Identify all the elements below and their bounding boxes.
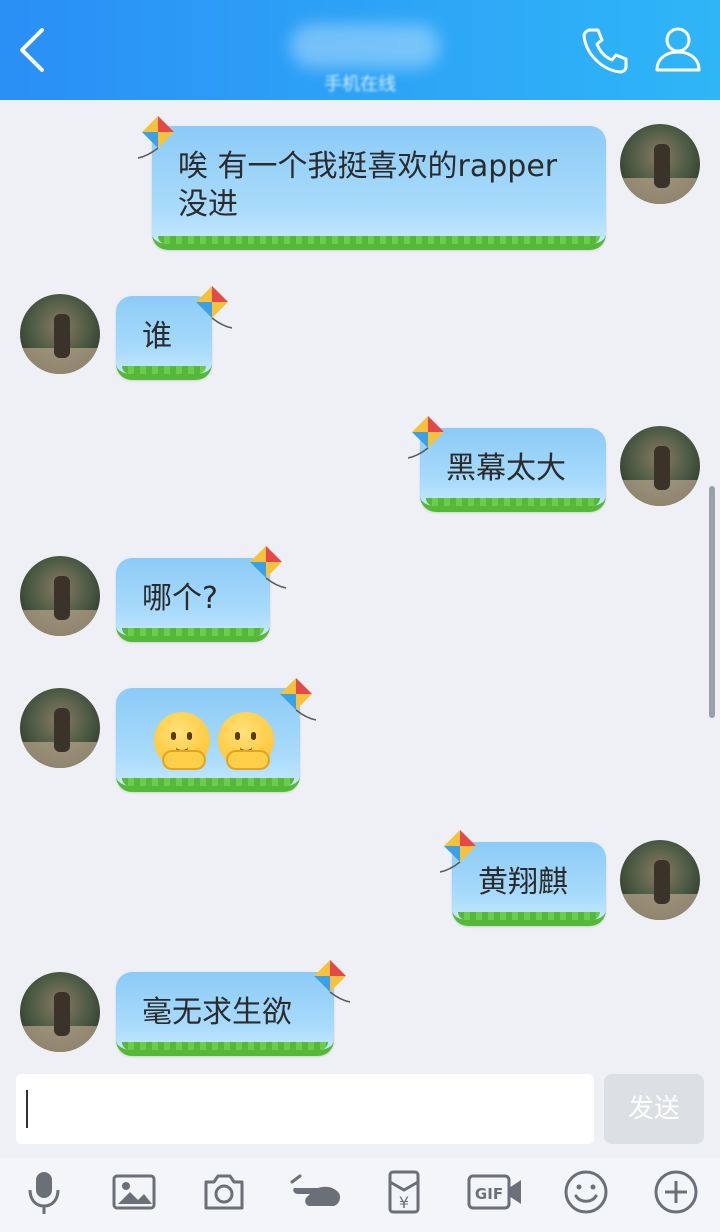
message-row: 谁 (0, 286, 720, 390)
grass-decoration (122, 628, 264, 636)
chat-title: 手机在线 (270, 14, 450, 95)
grass-decoration (426, 498, 600, 506)
message-row: 黑幕太大 (0, 416, 720, 522)
svg-text:GIF: GIF (475, 1185, 503, 1203)
message-text: 谁 (142, 319, 172, 354)
message-row: 哪个? (0, 546, 720, 652)
grass-decoration (122, 778, 294, 786)
message-text: 毫无求生欲 (142, 995, 292, 1030)
message-text: 黑幕太大 (446, 451, 566, 486)
message-text: 唉 有一个我挺喜欢的rapper 没进 (178, 149, 558, 222)
message-row: 黄翔麒 (0, 830, 720, 936)
message-row: 毫无求生欲 (0, 960, 720, 1062)
kite-icon (250, 546, 287, 589)
kite-icon (280, 678, 317, 721)
grass-decoration (122, 1042, 328, 1050)
pensive-face-icon (154, 712, 210, 770)
message-row (0, 678, 720, 802)
microphone-icon[interactable] (20, 1168, 68, 1216)
avatar[interactable] (20, 556, 100, 636)
kite-icon (314, 960, 351, 1003)
online-status: 手机在线 (324, 74, 396, 95)
send-button[interactable]: 发送 (604, 1074, 704, 1144)
avatar[interactable] (620, 124, 700, 204)
chat-bubble[interactable]: 毫无求生欲 (116, 972, 334, 1056)
profile-icon[interactable] (652, 24, 704, 76)
phone-icon[interactable] (580, 24, 632, 76)
grass-decoration (158, 236, 600, 244)
avatar[interactable] (620, 426, 700, 506)
pensive-face-icon (218, 712, 274, 770)
avatar[interactable] (620, 840, 700, 920)
plus-icon[interactable] (652, 1168, 700, 1216)
text-caret (26, 1090, 28, 1128)
chat-header: 手机在线 (0, 0, 720, 100)
kite-icon (196, 286, 233, 329)
message-text: 黄翔麒 (478, 865, 568, 900)
scrollbar[interactable] (709, 486, 715, 718)
svg-text:¥: ¥ (399, 1193, 409, 1212)
chat-bubble[interactable]: 唉 有一个我挺喜欢的rapper 没进 (152, 126, 606, 250)
grass-decoration (458, 912, 600, 920)
back-icon[interactable] (14, 26, 54, 74)
avatar[interactable] (20, 972, 100, 1052)
kite-icon (137, 116, 174, 159)
poke-icon[interactable] (288, 1168, 346, 1216)
input-bar: 发送 (0, 1062, 720, 1158)
gif-icon[interactable]: GIF (466, 1168, 524, 1216)
camera-icon[interactable] (200, 1168, 248, 1216)
kite-icon (407, 416, 444, 459)
avatar[interactable] (20, 294, 100, 374)
message-input[interactable] (16, 1074, 594, 1144)
kite-icon (439, 830, 476, 873)
red-packet-icon[interactable]: ¥ (380, 1168, 428, 1216)
grass-decoration (122, 366, 206, 374)
blurred-contact-name (290, 24, 440, 68)
avatar[interactable] (20, 688, 100, 768)
bottom-toolbar: ¥ GIF (0, 1158, 720, 1232)
message-row: 唉 有一个我挺喜欢的rapper 没进 (0, 116, 720, 260)
image-icon[interactable] (110, 1168, 158, 1216)
message-text: 哪个? (142, 581, 218, 616)
emoji-icon[interactable] (562, 1168, 610, 1216)
